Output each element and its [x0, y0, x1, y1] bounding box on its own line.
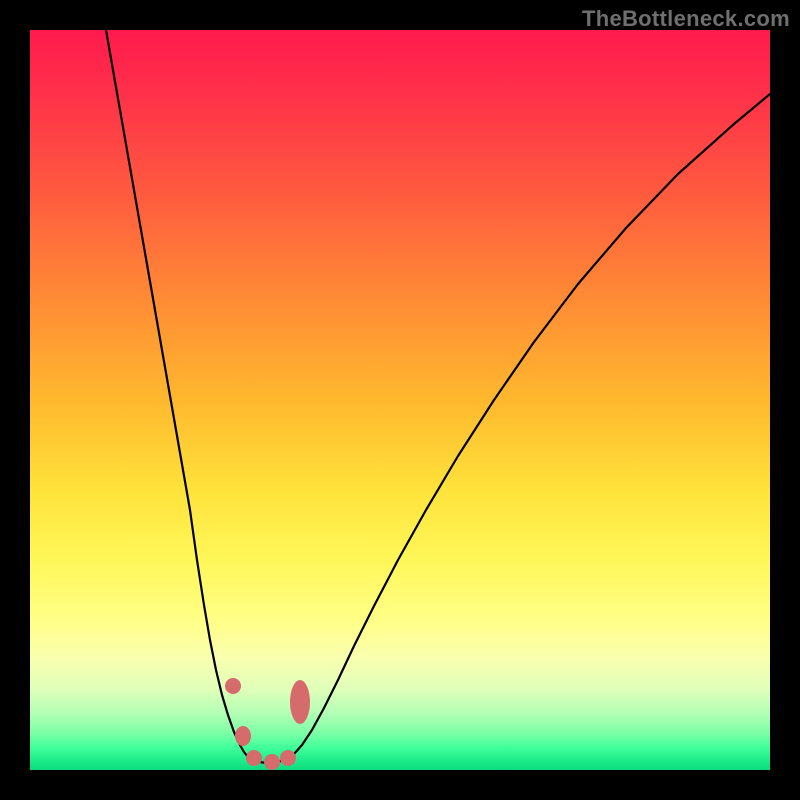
chart-frame: TheBottleneck.com: [0, 0, 800, 800]
curve-layer: [30, 30, 770, 770]
attribution-label: TheBottleneck.com: [582, 6, 790, 32]
bottleneck-curve: [106, 30, 770, 763]
valley-dot-2: [264, 754, 280, 770]
valley-dot-3: [280, 750, 296, 766]
plot-area: [30, 30, 770, 770]
valley-dot-1: [246, 750, 262, 766]
left-upper-dot: [225, 678, 241, 694]
right-cluster: [290, 680, 310, 724]
curve-markers: [225, 678, 310, 770]
left-lower-dot: [235, 726, 251, 746]
